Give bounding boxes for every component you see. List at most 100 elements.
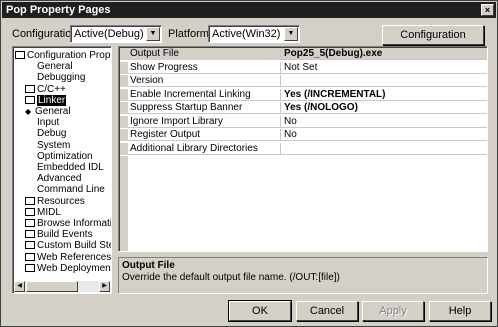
row-gutter bbox=[120, 102, 128, 114]
tree-item-label: Resources bbox=[37, 195, 85, 207]
property-grid[interactable]: Output File Pop25_5(Debug).exe Show Progre… bbox=[118, 46, 488, 252]
property-value[interactable]: No bbox=[282, 129, 487, 141]
tree-item-label: Browse Informatio bbox=[37, 218, 112, 229]
current-page-icon: ◆ bbox=[25, 107, 32, 116]
tree-item[interactable]: Input bbox=[37, 117, 59, 128]
tree-item[interactable]: Advanced bbox=[37, 173, 81, 184]
row-gutter bbox=[120, 75, 128, 87]
property-name: Show Progress bbox=[129, 61, 281, 74]
row-gutter bbox=[120, 48, 128, 60]
chevron-down-icon[interactable]: ▼ bbox=[146, 27, 160, 41]
property-value[interactable]: Yes (/NOLOGO) bbox=[282, 102, 487, 114]
tree-item[interactable]: Custom Build Step bbox=[25, 240, 112, 252]
platform-label: Platform: bbox=[168, 28, 213, 40]
property-row[interactable]: Show Progress Not Set bbox=[120, 61, 487, 74]
property-value[interactable]: Pop25_5(Debug).exe bbox=[282, 48, 487, 60]
description-text: Override the default output file name. (… bbox=[122, 272, 340, 283]
property-value[interactable]: Yes (/INCREMENTAL) bbox=[282, 89, 487, 101]
tree-item[interactable]: Embedded IDL bbox=[37, 162, 104, 173]
scrollbar-thumb[interactable] bbox=[26, 281, 78, 292]
property-pages-dialog: Pop Property Pages × Configuration: Acti… bbox=[0, 0, 498, 327]
platform-value: Active(Win32) bbox=[212, 28, 281, 40]
property-name: Ignore Import Library bbox=[129, 115, 281, 128]
scroll-right-icon[interactable]: ▶ bbox=[99, 281, 110, 292]
tree-item-label: Embedded IDL bbox=[37, 162, 104, 173]
property-row[interactable]: Ignore Import Library No bbox=[120, 115, 487, 128]
property-value[interactable]: No bbox=[282, 116, 487, 128]
window-title: Pop Property Pages bbox=[6, 4, 111, 16]
property-name: Enable Incremental Linking bbox=[129, 88, 281, 101]
tree-item[interactable]: Debug bbox=[37, 128, 66, 139]
tree-item-label: Build Events bbox=[37, 229, 93, 241]
help-button[interactable]: Help bbox=[429, 301, 491, 321]
property-row[interactable]: Enable Incremental Linking Yes (/INCREMEN… bbox=[120, 88, 487, 101]
property-name: Output File bbox=[129, 48, 281, 60]
platform-combo[interactable]: Active(Win32) ▼ bbox=[208, 25, 300, 43]
row-gutter bbox=[120, 61, 128, 74]
tree-item[interactable]: Resources bbox=[25, 196, 85, 207]
tree-item[interactable]: System bbox=[37, 140, 70, 151]
scroll-left-icon[interactable]: ◀ bbox=[14, 281, 25, 292]
property-row[interactable]: Register Output No bbox=[120, 129, 487, 141]
tree-item[interactable]: Browse Informatio bbox=[25, 218, 112, 229]
tree-item[interactable]: ◆ General bbox=[25, 106, 71, 117]
tree-item-label: General bbox=[37, 61, 73, 73]
property-name: Additional Library Directories bbox=[129, 142, 281, 155]
property-value[interactable] bbox=[282, 75, 487, 87]
tree-item-label: MIDL bbox=[37, 206, 61, 218]
property-row[interactable]: Suppress Startup Banner Yes (/NOLOGO) bbox=[120, 102, 487, 114]
folder-icon bbox=[25, 252, 35, 261]
property-name: Version bbox=[129, 75, 281, 87]
apply-button[interactable]: Apply bbox=[362, 301, 424, 321]
folder-icon bbox=[25, 84, 35, 93]
property-row[interactable]: Version bbox=[120, 75, 487, 87]
tree-item[interactable]: C/C++ bbox=[25, 84, 66, 95]
horizontal-scrollbar[interactable]: ◀ ▶ bbox=[14, 281, 110, 292]
property-value[interactable] bbox=[282, 143, 487, 155]
property-name: Suppress Startup Banner bbox=[129, 102, 281, 114]
tree-item[interactable]: Configuration Properti bbox=[15, 50, 111, 61]
row-gutter bbox=[120, 129, 128, 141]
configuration-manager-button[interactable]: Configuration Manager... bbox=[382, 25, 484, 59]
property-row[interactable]: Output File Pop25_5(Debug).exe bbox=[120, 48, 487, 60]
folder-icon bbox=[25, 207, 35, 216]
tree-item[interactable]: MIDL bbox=[25, 207, 61, 218]
configuration-value: Active(Debug) bbox=[74, 28, 144, 40]
title-bar[interactable]: Pop Property Pages × bbox=[2, 2, 496, 18]
tree-item-label: Custom Build Step bbox=[37, 240, 112, 252]
tree-item-label: Debugging bbox=[37, 72, 86, 84]
folder-icon bbox=[25, 219, 35, 227]
tree-item[interactable]: Debugging bbox=[37, 72, 85, 83]
ok-button[interactable]: OK bbox=[228, 300, 292, 322]
row-gutter bbox=[120, 142, 128, 155]
property-row[interactable]: Additional Library Directories bbox=[120, 142, 487, 155]
tree-item[interactable]: Web Deployment bbox=[25, 262, 112, 274]
tree-item-label: Optimization bbox=[37, 150, 93, 162]
property-value[interactable]: Not Set bbox=[282, 62, 487, 74]
tree-item[interactable]: Linker bbox=[25, 94, 67, 106]
tree-item-label: Configuration Properti bbox=[27, 50, 111, 61]
tree-item[interactable]: Optimization bbox=[37, 151, 93, 162]
folder-icon bbox=[25, 241, 35, 250]
folder-icon bbox=[25, 196, 35, 205]
category-tree[interactable]: Configuration PropertiGeneralDebuggingC/… bbox=[12, 46, 112, 294]
tree-item-label: Advanced bbox=[37, 173, 82, 185]
tree-item-label: Linker bbox=[37, 94, 67, 106]
property-name: Register Output bbox=[129, 129, 281, 141]
tree-item[interactable]: Web References bbox=[25, 252, 111, 263]
row-gutter bbox=[120, 115, 128, 128]
tree-item-label: System bbox=[37, 139, 71, 151]
description-panel: Output File Override the default output … bbox=[118, 257, 488, 294]
description-title: Output File bbox=[122, 260, 175, 271]
tree-item[interactable]: General bbox=[37, 61, 73, 72]
configuration-combo[interactable]: Active(Debug) ▼ bbox=[70, 25, 162, 43]
cancel-button[interactable]: Cancel bbox=[296, 301, 358, 321]
close-icon[interactable]: × bbox=[481, 4, 494, 16]
tree-item-label: C/C++ bbox=[37, 83, 66, 95]
tree-item[interactable]: Command Line bbox=[37, 184, 105, 195]
tree-item[interactable]: Build Events bbox=[25, 229, 93, 240]
tree-item-label: Web Deployment bbox=[37, 262, 112, 274]
chevron-down-icon[interactable]: ▼ bbox=[284, 27, 298, 41]
folder-icon bbox=[25, 263, 35, 272]
tree-item-label: Command Line bbox=[37, 184, 105, 196]
